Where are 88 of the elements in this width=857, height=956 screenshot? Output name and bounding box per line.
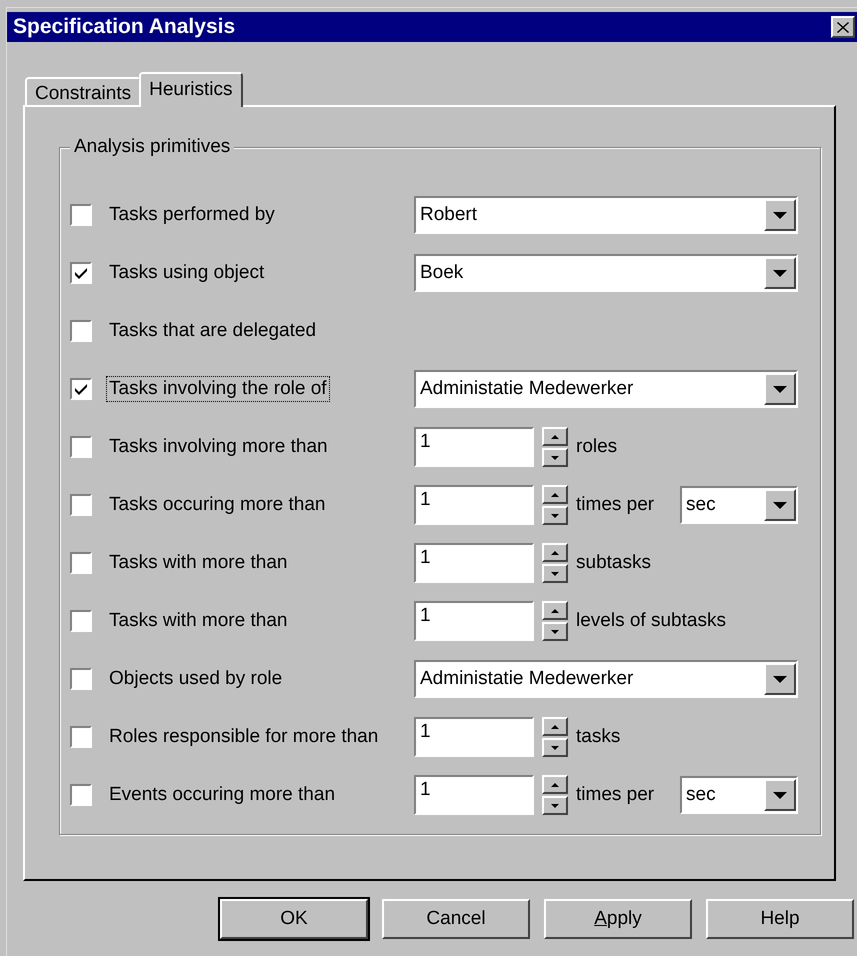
up-arrow-icon <box>551 550 559 554</box>
spin-down-button[interactable] <box>542 622 568 641</box>
down-arrow-icon <box>551 456 559 460</box>
unit-label: times per <box>576 494 654 516</box>
dropdown[interactable]: Boek <box>414 254 798 292</box>
checkmark-icon <box>74 267 88 279</box>
caret-icon <box>773 212 787 218</box>
tab[interactable]: Constraints <box>25 77 142 105</box>
unit-label: levels of subtasks <box>576 610 726 632</box>
group-title: Analysis primitives <box>70 136 234 158</box>
checkbox[interactable] <box>70 378 92 400</box>
down-arrow-icon <box>551 746 559 750</box>
number-field[interactable]: 1 <box>414 717 534 757</box>
checkbox[interactable] <box>70 726 92 748</box>
dropdown[interactable]: sec <box>680 486 798 524</box>
caret-icon <box>773 386 787 392</box>
dropdown[interactable]: Robert <box>414 196 798 234</box>
down-arrow-icon <box>551 514 559 518</box>
dialog-button[interactable]: Cancel <box>382 899 530 939</box>
dropdown[interactable]: Administatie Medewerker <box>414 370 798 408</box>
spin-down-button[interactable] <box>542 506 568 525</box>
checkbox[interactable] <box>70 610 92 632</box>
spin-down-button[interactable] <box>542 738 568 757</box>
spin-up-button[interactable] <box>542 427 568 446</box>
checkbox-label[interactable]: Tasks with more than <box>106 550 412 576</box>
checkmark-icon <box>74 383 88 395</box>
checkbox[interactable] <box>70 320 92 342</box>
unit-label: times per <box>576 784 654 806</box>
dialog-button[interactable]: OK <box>220 899 368 939</box>
dropdown-button[interactable] <box>764 779 796 811</box>
spin-down-button[interactable] <box>542 796 568 815</box>
spin-up-button[interactable] <box>542 775 568 794</box>
checkbox-label[interactable]: Events occuring more than <box>106 782 412 808</box>
checkbox[interactable] <box>70 784 92 806</box>
checkbox-label[interactable]: Tasks with more than <box>106 608 412 634</box>
spin-up-button[interactable] <box>542 601 568 620</box>
checkbox-label[interactable]: Tasks occuring more than <box>106 492 412 518</box>
checkbox[interactable] <box>70 494 92 516</box>
number-field[interactable]: 1 <box>414 601 534 641</box>
checkbox[interactable] <box>70 262 92 284</box>
checkbox-label[interactable]: Tasks using object <box>106 260 412 286</box>
window-title: Specification Analysis <box>13 15 236 39</box>
down-arrow-icon <box>551 630 559 634</box>
spin-up-button[interactable] <box>542 485 568 504</box>
checkbox-label[interactable]: Tasks that are delegated <box>106 318 412 344</box>
checkbox-label[interactable]: Tasks performed by <box>106 202 412 228</box>
checkbox-label[interactable]: Tasks involving the role of <box>106 376 330 402</box>
checkbox-label[interactable]: Roles responsible for more than <box>106 724 412 750</box>
dropdown-button[interactable] <box>764 373 796 405</box>
number-field[interactable]: 1 <box>414 775 534 815</box>
dialog-button[interactable]: Help <box>706 899 854 939</box>
dropdown[interactable]: sec <box>680 776 798 814</box>
checkbox[interactable] <box>70 552 92 574</box>
number-field[interactable]: 1 <box>414 485 534 525</box>
caret-icon <box>773 676 787 682</box>
spin-down-button[interactable] <box>542 564 568 583</box>
unit-label: roles <box>576 436 618 458</box>
caret-icon <box>773 270 787 276</box>
checkbox-label[interactable]: Objects used by role <box>106 666 412 692</box>
down-arrow-icon <box>551 572 559 576</box>
spin-up-button[interactable] <box>542 717 568 736</box>
close-button[interactable] <box>831 16 855 38</box>
up-arrow-icon <box>551 492 559 496</box>
caret-icon <box>773 792 787 798</box>
up-arrow-icon <box>551 782 559 786</box>
dropdown-button[interactable] <box>764 199 796 231</box>
checkbox[interactable] <box>70 436 92 458</box>
dropdown-button[interactable] <box>764 489 796 521</box>
tab[interactable]: Heuristics <box>139 72 243 107</box>
unit-label: subtasks <box>576 552 651 574</box>
number-field[interactable]: 1 <box>414 543 534 583</box>
down-arrow-icon <box>551 804 559 808</box>
checkbox[interactable] <box>70 204 92 226</box>
dropdown[interactable]: Administatie Medewerker <box>414 660 798 698</box>
unit-label: tasks <box>576 726 620 748</box>
up-arrow-icon <box>551 724 559 728</box>
checkbox[interactable] <box>70 668 92 690</box>
up-arrow-icon <box>551 608 559 612</box>
spin-down-button[interactable] <box>542 448 568 467</box>
dialog-button[interactable]: Apply <box>544 899 692 939</box>
spin-up-button[interactable] <box>542 543 568 562</box>
up-arrow-icon <box>551 434 559 438</box>
dropdown-button[interactable] <box>764 663 796 695</box>
close-icon <box>837 22 849 32</box>
dropdown-button[interactable] <box>764 257 796 289</box>
caret-icon <box>773 502 787 508</box>
number-field[interactable]: 1 <box>414 427 534 467</box>
checkbox-label[interactable]: Tasks involving more than <box>106 434 412 460</box>
